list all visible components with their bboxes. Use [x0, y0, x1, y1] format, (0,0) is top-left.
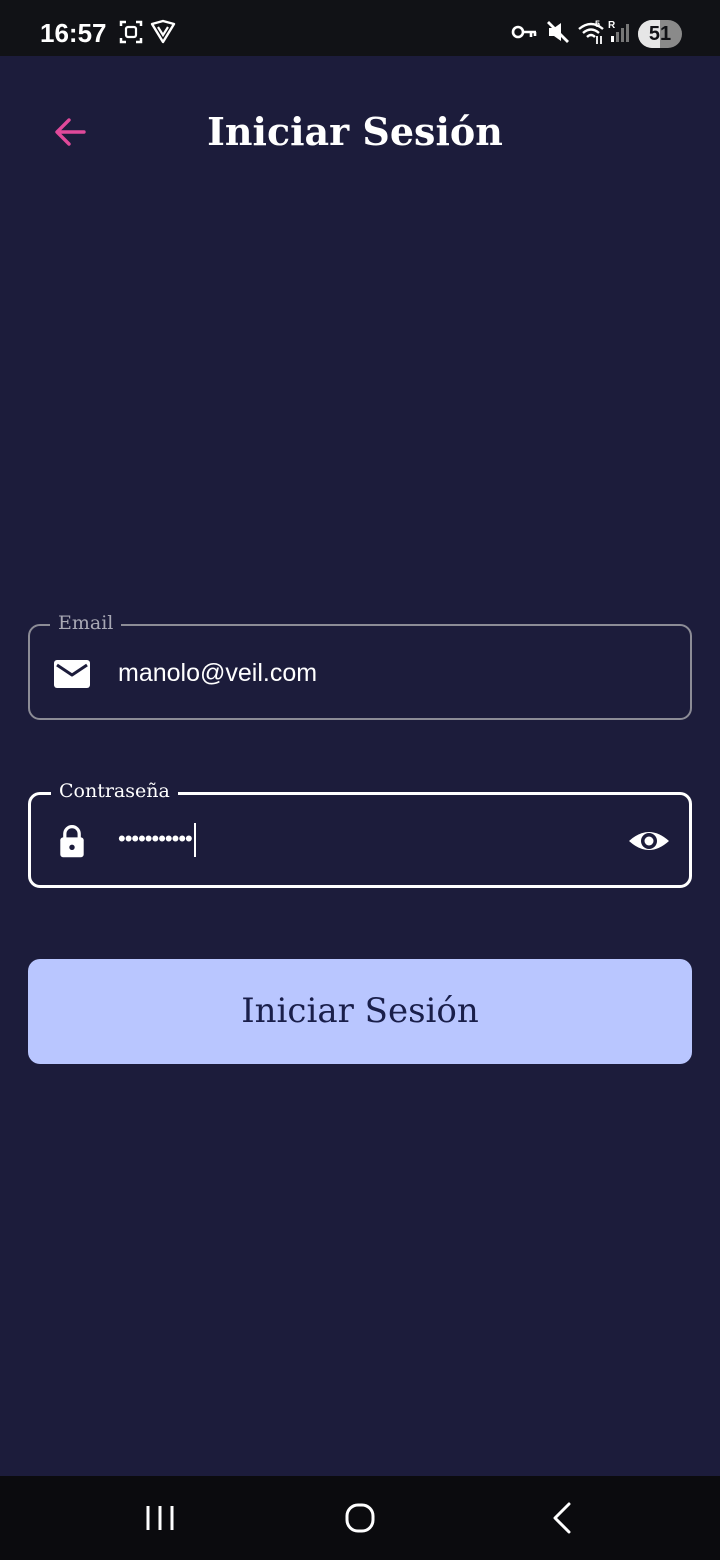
- recents-icon: [146, 1506, 174, 1530]
- nav-bar: [0, 1476, 720, 1560]
- password-field[interactable]: Contraseña •••••••••••: [28, 778, 692, 888]
- battery-level: 51: [648, 23, 672, 45]
- eye-icon: [629, 832, 669, 850]
- mail-icon: [54, 660, 90, 688]
- status-time: 16:57: [40, 18, 107, 48]
- password-label: Contraseña: [51, 778, 178, 804]
- text-caret: [193, 823, 196, 858]
- status-bar: 16:57 5 R 51: [0, 0, 720, 56]
- toggle-password-visibility-button[interactable]: [627, 821, 671, 861]
- email-input[interactable]: manolo@veil.com: [118, 654, 317, 692]
- screenshot-icon: [118, 18, 144, 48]
- back-nav-button[interactable]: [540, 1498, 584, 1538]
- signal-icon: R: [607, 18, 633, 48]
- login-button[interactable]: Iniciar Sesión: [28, 959, 692, 1064]
- page-title: Iniciar Sesión: [207, 109, 503, 154]
- svg-text:5: 5: [595, 19, 600, 29]
- password-input[interactable]: •••••••••••: [118, 820, 196, 858]
- password-masked-value: •••••••••••: [118, 826, 193, 851]
- vpn-shield-icon: [150, 18, 176, 48]
- mute-icon: [544, 18, 572, 48]
- key-icon: [510, 18, 538, 48]
- lock-icon: [60, 825, 84, 858]
- home-button[interactable]: [338, 1498, 382, 1538]
- wifi-icon: 5: [577, 18, 607, 48]
- recents-button[interactable]: [138, 1498, 182, 1538]
- back-icon: [553, 1502, 571, 1534]
- email-label: Email: [50, 610, 122, 636]
- svg-text:R: R: [608, 20, 616, 31]
- battery-icon: 51: [638, 20, 682, 48]
- email-field[interactable]: Email manolo@veil.com: [28, 610, 692, 720]
- home-icon: [345, 1503, 375, 1533]
